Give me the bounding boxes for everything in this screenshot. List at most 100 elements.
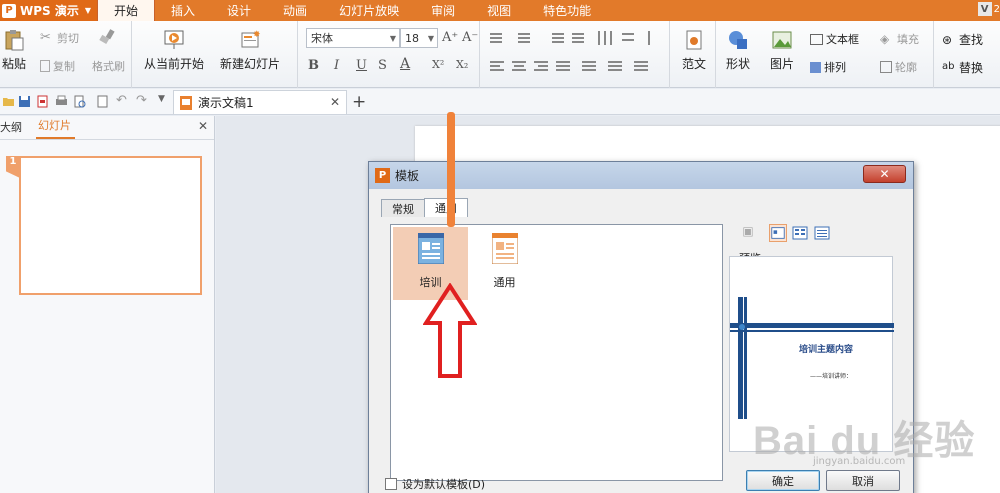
svg-text:✸: ✸: [253, 30, 261, 40]
brush-icon: [99, 29, 115, 45]
print-icon[interactable]: [55, 95, 68, 108]
outline-icon: [880, 61, 892, 73]
replace-button[interactable]: ab 替换: [942, 59, 983, 76]
menu-tab-slideshow[interactable]: 幻灯片放映: [323, 0, 415, 21]
fill-bucket-icon: ◈: [880, 32, 890, 46]
paragraph-group: [480, 21, 670, 88]
underline-button[interactable]: U: [356, 58, 367, 73]
new-tab-button[interactable]: +: [352, 92, 366, 112]
quick-access-bar: ↶ ↷ ▼ 演示文稿1 ✕ +: [0, 89, 1000, 115]
copy-icon: [40, 60, 50, 72]
grow-font-button[interactable]: A⁺: [442, 30, 458, 45]
template-label: 通用: [493, 276, 516, 289]
slide-thumbnail[interactable]: [19, 156, 202, 295]
menu-tab-view[interactable]: 视图: [471, 0, 527, 21]
user-text: 2: [993, 3, 1000, 15]
set-default-row[interactable]: 设为默认模板(D): [385, 476, 485, 492]
font-name-select[interactable]: 宋体 ▼: [306, 28, 400, 48]
find-button[interactable]: ⊛ 查找: [942, 31, 983, 48]
page-icon[interactable]: [96, 95, 109, 108]
set-default-checkbox[interactable]: [385, 478, 397, 490]
view-large-icon[interactable]: ▣: [739, 224, 757, 242]
textbox-button[interactable]: 文本框: [810, 31, 859, 47]
undo-icon[interactable]: ↶: [116, 93, 129, 108]
chevron-down-icon: ▼: [84, 6, 92, 15]
menu-tab-design[interactable]: 设计: [211, 0, 267, 21]
strikethrough-button[interactable]: S: [378, 58, 387, 73]
menu-tab-home[interactable]: 开始: [97, 0, 156, 21]
template-item-general[interactable]: 通用: [467, 227, 542, 300]
save-icon[interactable]: [18, 95, 31, 108]
menu-tab-animation[interactable]: 动画: [267, 0, 323, 21]
chevron-down-icon: ▼: [427, 33, 435, 43]
document-tab[interactable]: 演示文稿1 ✕: [173, 90, 347, 114]
new-slide-icon: ✸: [241, 30, 261, 48]
ribbon: 粘贴 ✂ 剪切 复制 格式刷 从当前开始 ✸ 新建幻灯片 宋体 ▼ 18 ▼ A…: [0, 21, 1000, 88]
set-default-label: 设为默认模板(D): [402, 478, 486, 491]
arrange-button[interactable]: 排列: [810, 59, 846, 75]
annotation-line: [447, 112, 455, 227]
redo-icon[interactable]: ↷: [136, 93, 149, 108]
bold-button[interactable]: B: [308, 58, 319, 73]
fill-label: 填充: [897, 33, 919, 46]
shape-label: 形状: [726, 57, 751, 71]
cancel-button[interactable]: 取消: [826, 470, 900, 491]
app-menu-button[interactable]: P WPS 演示 ▼: [0, 0, 97, 21]
open-folder-icon[interactable]: [2, 95, 15, 108]
ok-button[interactable]: 确定: [746, 470, 820, 491]
wps-logo-icon: P: [375, 168, 390, 183]
paste-button[interactable]: 粘贴: [2, 29, 26, 72]
format-painter-label: 格式刷: [92, 60, 125, 73]
customize-dropdown-icon[interactable]: ▼: [158, 94, 171, 107]
format-painter-button[interactable]: 格式刷: [92, 58, 125, 74]
shape-button[interactable]: 形状: [726, 29, 750, 72]
sample-group: 范文: [670, 21, 716, 88]
preview-subtitle: ——培训讲师：: [809, 373, 852, 380]
shrink-font-button[interactable]: A⁻: [462, 30, 478, 45]
outline-button[interactable]: 轮廓: [880, 59, 917, 75]
fill-button[interactable]: ◈ 填充: [880, 31, 919, 47]
textbox-label: 文本框: [826, 33, 859, 46]
tab-outline[interactable]: 大纲: [0, 119, 26, 139]
picture-button[interactable]: 图片: [770, 29, 794, 72]
slideshow-icon: [164, 30, 184, 49]
tab-general[interactable]: 常规: [381, 199, 425, 217]
superscript-button[interactable]: X²: [432, 58, 444, 71]
new-slide-button[interactable]: ✸ 新建幻灯片: [220, 29, 280, 72]
sample-doc-icon: [686, 30, 702, 50]
picture-icon: [772, 31, 792, 49]
view-details-icon[interactable]: [813, 224, 831, 242]
sample-button[interactable]: 范文: [682, 29, 706, 72]
font-size-select[interactable]: 18 ▼: [400, 28, 438, 48]
tab-common[interactable]: 通用: [424, 198, 468, 217]
tab-slides[interactable]: 幻灯片: [36, 117, 75, 139]
binoculars-icon: ⊛: [942, 32, 953, 47]
slides-panel: 大纲 幻灯片 ✕ 1: [0, 116, 215, 493]
view-preview-icon[interactable]: [769, 224, 787, 242]
view-list-icon[interactable]: [791, 224, 809, 242]
presentation-file-icon: [180, 95, 192, 110]
user-badge-icon: V: [977, 2, 992, 16]
user-area[interactable]: V 2: [977, 2, 1000, 16]
slides-group: 从当前开始 ✸ 新建幻灯片: [132, 21, 298, 88]
export-pdf-icon[interactable]: [36, 95, 49, 108]
font-color-button[interactable]: A: [400, 56, 410, 72]
play-from-current-button[interactable]: 从当前开始: [144, 29, 204, 72]
new-slide-label: 新建幻灯片: [220, 57, 281, 71]
template-file-icon: [491, 233, 518, 264]
menu-tab-review[interactable]: 审阅: [415, 0, 471, 21]
preview-title: 培训主题内容: [798, 345, 853, 355]
close-tab-icon[interactable]: ✕: [330, 95, 340, 109]
dialog-close-button[interactable]: ✕: [863, 165, 906, 183]
italic-button[interactable]: I: [334, 58, 339, 73]
menu-tab-insert[interactable]: 插入: [155, 0, 211, 21]
menu-tab-special[interactable]: 特色功能: [527, 0, 607, 21]
outline-label: 轮廓: [895, 61, 917, 74]
close-icon[interactable]: ✕: [198, 119, 208, 133]
clipboard-group: 粘贴 ✂ 剪切 复制 格式刷: [0, 21, 132, 88]
subscript-button[interactable]: X₂: [456, 58, 468, 71]
copy-button[interactable]: 复制: [40, 58, 75, 74]
cut-button[interactable]: ✂ 剪切: [40, 30, 79, 46]
print-preview-icon[interactable]: [73, 95, 86, 108]
paste-label: 粘贴: [2, 57, 27, 71]
